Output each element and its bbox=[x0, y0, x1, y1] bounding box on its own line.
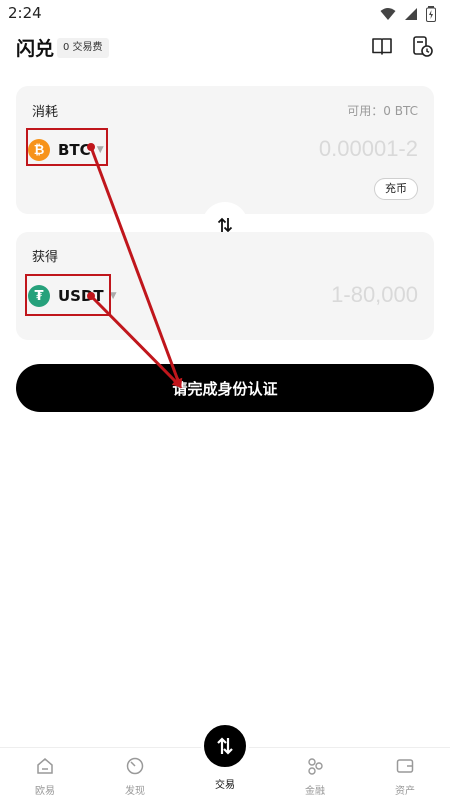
status-bar: 2:24 bbox=[0, 0, 450, 26]
discover-icon bbox=[126, 757, 144, 775]
header: 闪兑 0 交易费 bbox=[0, 30, 450, 64]
annotation-box-usdt bbox=[25, 274, 111, 316]
available-balance: 可用：0 BTC bbox=[347, 104, 418, 118]
battery-icon bbox=[426, 6, 436, 22]
spend-amount-input[interactable] bbox=[218, 136, 418, 162]
order-history-icon[interactable] bbox=[410, 34, 434, 58]
home-icon bbox=[37, 758, 53, 774]
verify-identity-button[interactable]: 请完成身份认证 bbox=[16, 364, 434, 412]
spend-label: 消耗 bbox=[32, 105, 59, 120]
finance-icon bbox=[308, 758, 323, 775]
page-title: 闪兑 bbox=[16, 38, 55, 60]
wallet-icon bbox=[396, 759, 414, 773]
receive-label: 获得 bbox=[32, 250, 59, 265]
tab-trade[interactable]: 交易 bbox=[200, 722, 250, 791]
wifi-icon bbox=[380, 8, 396, 20]
tab-finance[interactable]: 金融 bbox=[285, 756, 345, 797]
fee-badge: 0 交易费 bbox=[57, 38, 109, 58]
trade-icon bbox=[217, 737, 233, 755]
status-time: 2:24 bbox=[8, 4, 42, 22]
annotation-box-btc bbox=[26, 128, 108, 166]
signal-icon bbox=[405, 8, 417, 20]
bottom-tab-bar: 欧易 发现 交易 金融 资产 bbox=[0, 722, 450, 799]
tab-discover[interactable]: 发现 bbox=[105, 756, 165, 797]
tab-assets[interactable]: 资产 bbox=[375, 756, 435, 797]
tab-home[interactable]: 欧易 bbox=[15, 756, 75, 797]
receive-amount-input[interactable] bbox=[218, 282, 418, 308]
book-icon[interactable] bbox=[370, 34, 394, 58]
deposit-button[interactable]: 充币 bbox=[374, 178, 418, 200]
